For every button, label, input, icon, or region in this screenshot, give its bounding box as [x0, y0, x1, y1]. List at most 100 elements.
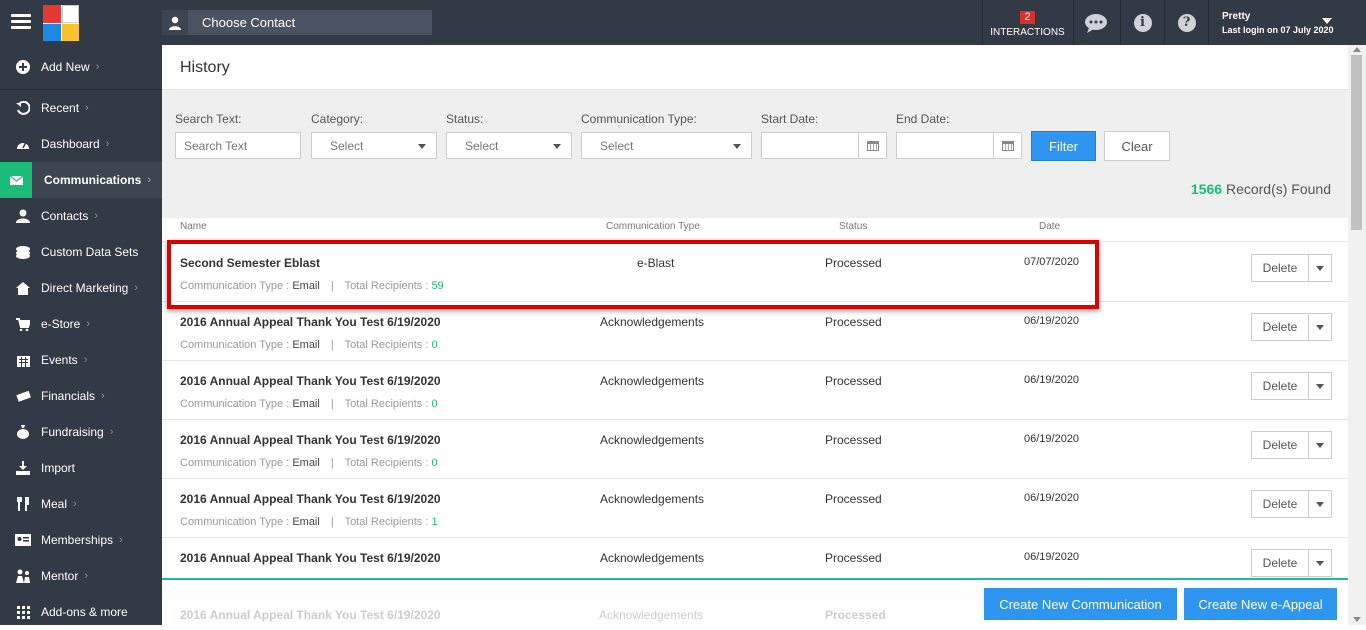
sidebar-item-communications[interactable]: Communications ›	[0, 162, 162, 198]
sidebar-item-label: Mentor	[41, 569, 79, 583]
comm-type-value: Select	[600, 138, 634, 153]
table-row[interactable]: Second Semester Eblast e-Blast Processed…	[162, 243, 1348, 302]
row-name[interactable]: Second Semester Eblast	[180, 256, 320, 270]
start-date-label: Start Date:	[761, 112, 819, 126]
recipients-label: Total Recipients :	[344, 516, 429, 528]
sidebar-item-e-store[interactable]: e-Store ›	[0, 306, 162, 342]
sidebar-item-dashboard[interactable]: Dashboard ›	[0, 126, 162, 162]
info-button[interactable]: i	[1120, 0, 1164, 45]
delete-dropdown-toggle[interactable]	[1309, 255, 1331, 281]
column-date: Date	[1039, 221, 1061, 232]
clear-button[interactable]: Clear	[1104, 131, 1170, 161]
chevron-right-icon: ›	[83, 354, 88, 366]
row-name[interactable]: 2016 Annual Appeal Thank You Test 6/19/2…	[180, 315, 441, 329]
table-row[interactable]: 2016 Annual Appeal Thank You Test 6/19/2…	[162, 302, 1348, 361]
delete-dropdown-toggle[interactable]	[1309, 314, 1331, 340]
delete-split-button: Delete	[1251, 254, 1332, 282]
create-new-eappeal-button[interactable]: Create New e-Appeal	[1184, 588, 1337, 620]
delete-dropdown-toggle[interactable]	[1309, 432, 1331, 458]
delete-button[interactable]: Delete	[1252, 373, 1309, 399]
row-date: 06/19/2020	[1024, 374, 1080, 386]
start-date-input[interactable]	[761, 132, 887, 159]
chevron-right-icon: ›	[134, 282, 139, 294]
sidebar-item-label: Financials	[41, 389, 96, 403]
sidebar-item-mentor[interactable]: Mentor ›	[0, 558, 162, 594]
sidebar-item-memberships[interactable]: Memberships ›	[0, 522, 162, 558]
delete-dropdown-toggle[interactable]	[1309, 373, 1331, 399]
chevron-right-icon: ›	[84, 570, 89, 582]
search-input[interactable]	[175, 132, 301, 159]
delete-button[interactable]: Delete	[1252, 314, 1309, 340]
sub-type-value: Email	[292, 398, 320, 410]
delete-split-button: Delete	[1251, 313, 1332, 341]
delete-button[interactable]: Delete	[1252, 255, 1309, 281]
caret-down-icon	[1316, 560, 1324, 566]
choose-contact-field[interactable]: Choose Contact	[162, 10, 432, 35]
scrollbar-thumb[interactable]	[1351, 55, 1362, 230]
category-value: Select	[330, 138, 364, 153]
interactions-button[interactable]: 2 INTERACTIONS	[982, 0, 1072, 45]
row-name[interactable]: 2016 Annual Appeal Thank You Test 6/19/2…	[180, 433, 441, 447]
table-row[interactable]: 2016 Annual Appeal Thank You Test 6/19/2…	[162, 479, 1348, 538]
vertical-scrollbar[interactable]	[1348, 45, 1366, 625]
hamburger-menu-icon[interactable]	[11, 14, 31, 30]
sidebar-item-contacts[interactable]: Contacts ›	[0, 198, 162, 234]
create-new-communication-button[interactable]: Create New Communication	[984, 588, 1177, 620]
delete-button[interactable]: Delete	[1252, 491, 1309, 517]
sidebar-item-direct-marketing[interactable]: Direct Marketing ›	[0, 270, 162, 306]
scroll-up-icon[interactable]	[1353, 47, 1361, 52]
chevron-right-icon: ›	[85, 102, 89, 114]
sub-type-label: Communication Type :	[180, 339, 290, 351]
row-name[interactable]: 2016 Annual Appeal Thank You Test 6/19/2…	[180, 374, 441, 388]
delete-dropdown-toggle[interactable]	[1309, 491, 1331, 517]
caret-down-icon	[1322, 18, 1332, 24]
start-date-filter: Start Date:	[761, 112, 887, 159]
row-name[interactable]: 2016 Annual Appeal Thank You Test 6/19/2…	[180, 551, 441, 565]
sidebar-item-fundraising[interactable]: Fundraising ›	[0, 414, 162, 450]
chat-button[interactable]	[1073, 0, 1117, 45]
delete-button[interactable]: Delete	[1252, 550, 1309, 576]
calendar-icon[interactable]	[858, 133, 886, 158]
sidebar-item-label: Memberships	[41, 533, 114, 547]
sidebar-item-meal[interactable]: Meal ›	[0, 486, 162, 522]
sidebar: Add New › Recent › Dashboard › Communicatio…	[0, 45, 162, 625]
comm-type-label: Communication Type:	[581, 112, 697, 126]
user-menu[interactable]: Pretty Last login on 07 July 2020	[1208, 0, 1348, 45]
category-select[interactable]: Select	[311, 132, 437, 159]
row-status: Processed	[825, 433, 882, 447]
caret-down-icon	[1316, 324, 1324, 330]
calendar-icon[interactable]	[993, 133, 1021, 158]
table-row[interactable]: 2016 Annual Appeal Thank You Test 6/19/2…	[162, 420, 1348, 479]
chevron-right-icon: ›	[109, 426, 114, 438]
status-value: Select	[465, 138, 499, 153]
row-name[interactable]: 2016 Annual Appeal Thank You Test 6/19/2…	[180, 492, 441, 506]
sidebar-item-events[interactable]: Events ›	[0, 342, 162, 378]
records-found: 1566 Record(s) Found	[1191, 181, 1331, 197]
status-select[interactable]: Select	[446, 132, 572, 159]
sidebar-item-financials[interactable]: Financials ›	[0, 378, 162, 414]
money-icon	[15, 389, 31, 403]
caret-down-icon	[733, 144, 741, 149]
help-button[interactable]: ?	[1164, 0, 1208, 45]
end-date-input[interactable]	[896, 132, 1022, 159]
chevron-right-icon: ›	[119, 534, 123, 546]
table-row[interactable]: 2016 Annual Appeal Thank You Test 6/19/2…	[162, 361, 1348, 420]
delete-dropdown-toggle[interactable]	[1309, 550, 1331, 576]
sidebar-item-recent[interactable]: Recent ›	[0, 90, 162, 126]
chevron-right-icon: ›	[105, 138, 110, 150]
delete-button[interactable]: Delete	[1252, 432, 1309, 458]
sidebar-item-label: Meal	[41, 497, 68, 511]
user-icon	[15, 209, 31, 223]
scroll-down-icon[interactable]	[1353, 617, 1361, 622]
app-logo[interactable]	[43, 5, 79, 41]
comm-type-select[interactable]: Select	[581, 132, 752, 159]
recipients-value: 0	[431, 339, 438, 351]
sidebar-item-label: Communications	[44, 173, 142, 187]
sidebar-item-add-new[interactable]: Add New ›	[0, 45, 162, 90]
sidebar-item-custom-data-sets[interactable]: Custom Data Sets	[0, 234, 162, 270]
sub-type-label: Communication Type :	[180, 457, 290, 469]
recipients-label: Total Recipients :	[344, 280, 429, 292]
sidebar-item-import[interactable]: Import	[0, 450, 162, 486]
filter-button[interactable]: Filter	[1031, 131, 1096, 161]
row-details: Communication Type : Email | Total Recip…	[180, 398, 438, 410]
